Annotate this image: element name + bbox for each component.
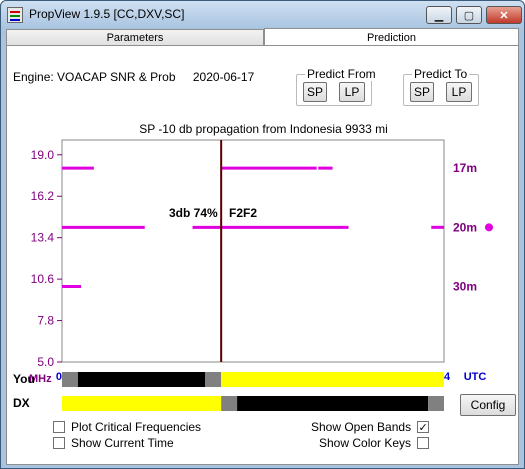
predict-from-group: Predict From SP LP — [296, 67, 378, 106]
minimize-icon: ▁ — [434, 9, 444, 22]
plot-critical-label: Plot Critical Frequencies — [71, 420, 202, 434]
predict-to-title: Predict To — [412, 67, 470, 81]
app-icon — [7, 7, 23, 23]
engine-info: Engine: VOACAP SNR & Prob 2020-06-17 — [13, 70, 268, 84]
predict-from-sp-button[interactable]: SP — [303, 82, 327, 102]
band-label-30m: 30m — [453, 280, 477, 294]
window-title: PropView 1.9.5 [CC,DXV,SC] — [29, 7, 185, 21]
predict-from-lp-button[interactable]: LP — [339, 82, 365, 102]
title-bar[interactable]: PropView 1.9.5 [CC,DXV,SC] ▁ ▢ ✕ — [1, 1, 524, 29]
close-icon: ✕ — [499, 9, 509, 22]
you-block — [77, 372, 206, 387]
predict-from-title: Predict From — [305, 67, 378, 81]
snr-annotation: 3db 74% — [169, 206, 218, 220]
you-block — [62, 372, 78, 387]
you-block — [205, 372, 222, 387]
y-tick-label: 13.4 — [31, 231, 55, 245]
dx-label: DX — [13, 396, 30, 410]
show-color-keys-label: Show Color Keys — [319, 436, 412, 450]
plot-critical-checkbox[interactable] — [53, 421, 65, 433]
y-tick-label: 16.2 — [31, 189, 55, 203]
you-label: You — [13, 372, 35, 386]
tab-prediction[interactable]: Prediction — [264, 28, 519, 46]
show-current-time-option[interactable]: Show Current Time — [53, 436, 174, 450]
show-color-keys-checkbox[interactable] — [417, 437, 430, 449]
show-open-bands-checkbox[interactable]: ✓ — [417, 421, 430, 434]
predict-to-group: Predict To SP LP — [403, 67, 479, 106]
band-label-20m: 20m — [453, 220, 477, 234]
dx-block — [428, 396, 444, 411]
band-label-17m: 17m — [453, 161, 477, 175]
dx-block — [62, 396, 222, 411]
show-color-keys-option[interactable]: Show Color Keys — [319, 436, 430, 450]
day-night-timeline — [62, 372, 444, 411]
current-band-marker — [485, 223, 493, 232]
show-open-bands-label: Show Open Bands — [311, 420, 412, 434]
engine-label: Engine: VOACAP SNR & Prob — [13, 70, 176, 84]
tab-parameters[interactable]: Parameters — [6, 29, 264, 46]
show-open-bands-option[interactable]: Show Open Bands ✓ — [311, 420, 430, 434]
prediction-panel: Engine: VOACAP SNR & Prob 2020-06-17 Pre… — [6, 45, 519, 465]
app-window: PropView 1.9.5 [CC,DXV,SC] ▁ ▢ ✕ Paramet… — [0, 0, 525, 469]
config-button[interactable]: Config — [460, 394, 516, 416]
predict-to-sp-button[interactable]: SP — [410, 82, 434, 102]
mode-annotation: F2F2 — [229, 206, 257, 220]
y-tick-label: 5.0 — [37, 355, 54, 369]
maximize-icon: ▢ — [463, 9, 475, 22]
you-block — [221, 372, 444, 387]
dx-block — [221, 396, 238, 411]
y-tick-label: 10.6 — [31, 272, 55, 286]
y-tick-label: 19.0 — [31, 148, 55, 162]
propagation-chart: 19.016.213.410.67.85.0MHz17m20m30m3db 74… — [29, 139, 493, 385]
plot-critical-option[interactable]: Plot Critical Frequencies — [53, 420, 201, 434]
chart-title: SP -10 db propagation from Indonesia 993… — [139, 122, 388, 136]
minimize-button[interactable]: ▁ — [426, 6, 452, 24]
y-tick-label: 7.8 — [37, 314, 54, 328]
prediction-date: 2020-06-17 — [192, 70, 255, 84]
dx-block — [237, 396, 429, 411]
show-current-time-checkbox[interactable] — [53, 437, 65, 449]
close-button[interactable]: ✕ — [486, 6, 522, 24]
maximize-button[interactable]: ▢ — [456, 6, 482, 24]
client-area: Parameters Prediction Engine: VOACAP SNR… — [6, 28, 519, 465]
plot-area — [61, 139, 445, 363]
show-current-time-label: Show Current Time — [71, 436, 174, 450]
predict-to-lp-button[interactable]: LP — [446, 82, 472, 102]
